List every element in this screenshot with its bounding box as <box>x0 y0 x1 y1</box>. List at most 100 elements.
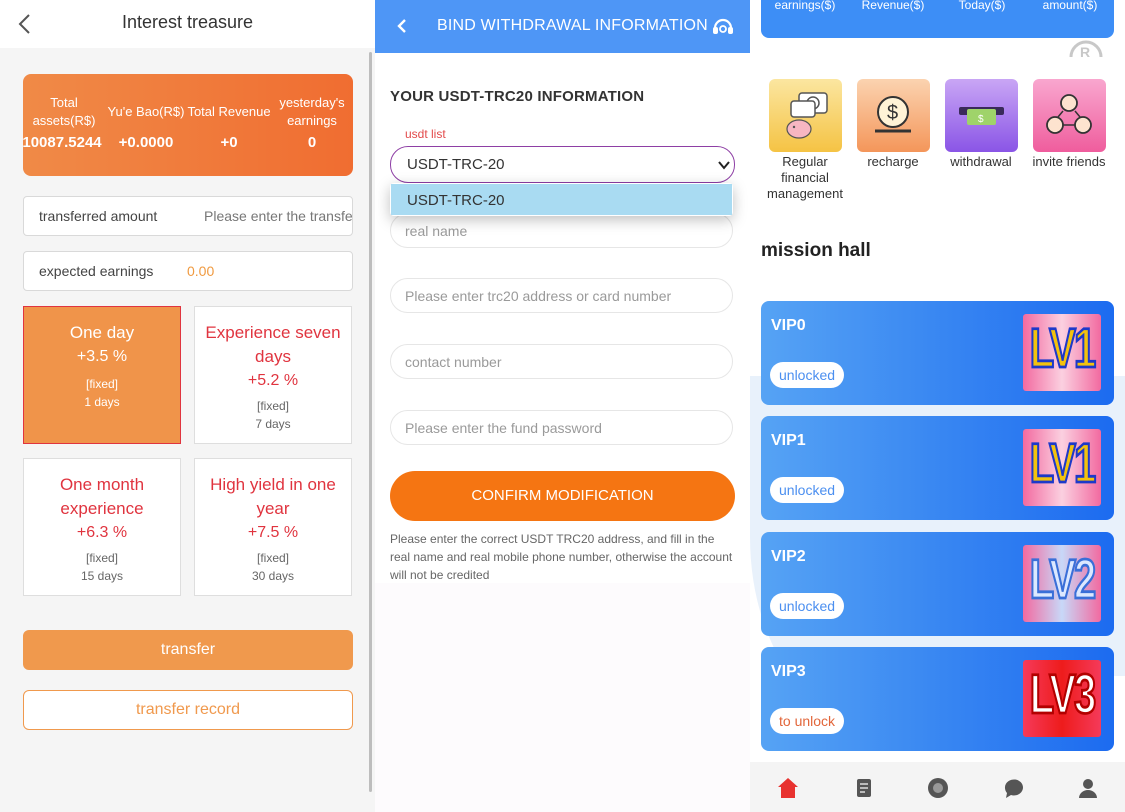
plan-rate: +3.5 % <box>76 348 128 365</box>
stat-value: +0.0000 <box>118 134 174 151</box>
stat-total-revenue: Total Revenue +0 <box>187 74 271 176</box>
transfer-amount-input[interactable] <box>204 197 352 235</box>
plan-one-month[interactable]: One month experience +6.3 % [fixed] 15 d… <box>23 458 181 596</box>
stat-label: Total assets(R$) <box>32 95 96 128</box>
transfer-record-button[interactable]: transfer record <box>23 690 353 730</box>
blank-area <box>375 583 750 812</box>
vip-status-badge[interactable]: unlocked <box>770 477 845 503</box>
vip-status-badge[interactable]: to unlock <box>770 708 845 734</box>
quick-action-withdrawal[interactable]: $ withdrawal <box>937 79 1025 170</box>
bind-withdrawal-screen: BIND WITHDRAWAL INFORMATION YOUR USDT-TR… <box>375 0 750 812</box>
plan-rate: +5.2 % <box>247 372 299 389</box>
header: Interest treasure <box>0 0 375 48</box>
scrollbar[interactable] <box>369 52 372 792</box>
field-label: expected earnings <box>39 263 154 279</box>
quick-action-financial[interactable]: $ Regular financial management <box>761 79 849 202</box>
option-label: USDT-TRC-20 <box>407 192 505 209</box>
orders-icon[interactable] <box>852 776 876 800</box>
interest-treasure-screen: Interest treasure Total assets(R$) 10087… <box>0 0 375 812</box>
profile-icon[interactable] <box>1076 776 1100 800</box>
stat-total-assets: Total assets(R$) 10087.5244 <box>22 74 105 176</box>
quick-action-label: invite friends <box>1032 154 1106 169</box>
service-icon[interactable] <box>926 776 950 800</box>
plan-name: One day <box>69 323 135 342</box>
stat-yesterday-earnings: yesterday's earnings 0 <box>273 74 351 176</box>
instruction-note: Please enter the correct USDT TRC20 addr… <box>390 532 733 582</box>
vip-card-3[interactable]: VIP3 to unlock LV3 <box>761 647 1114 751</box>
stat-value: 10087.5244 <box>22 134 102 151</box>
registered-mark-icon: R <box>1069 40 1103 59</box>
vip-card-0[interactable]: VIP0 unlocked LV1 <box>761 301 1114 405</box>
level-badge-icon: LV1 <box>1023 429 1101 506</box>
selected-network: USDT-TRC-20 <box>407 156 505 173</box>
trc20-address-input[interactable] <box>405 279 715 312</box>
home-screen: yesterday's earnings($) Total Revenue($)… <box>750 0 1125 812</box>
contact-field <box>390 344 733 379</box>
dropdown-option[interactable]: USDT-TRC-20 <box>391 184 732 215</box>
people-network-icon <box>1032 79 1106 152</box>
fund-password-field <box>390 410 733 445</box>
plan-fixed: [fixed] <box>85 377 118 391</box>
bottom-nav <box>750 762 1125 812</box>
level-badge-label: LV3 <box>1029 663 1097 727</box>
network-dropdown: USDT-TRC-20 <box>390 183 733 216</box>
contact-number-input[interactable] <box>405 345 715 378</box>
customer-service-icon[interactable] <box>711 15 735 37</box>
plan-fixed: [fixed] <box>85 551 118 565</box>
level-badge-label: LV1 <box>1029 317 1097 381</box>
summary-label: frozen amount($) <box>1042 0 1098 12</box>
quick-action-label: Regular financial management <box>767 154 843 201</box>
summary-label: yesterday's earnings($) <box>774 0 836 12</box>
quick-action-invite[interactable]: invite friends <box>1025 79 1113 170</box>
plan-one-day[interactable]: One day +3.5 % [fixed] 1 days <box>23 306 181 444</box>
plan-name: Experience seven days <box>205 323 341 366</box>
svg-text:$: $ <box>887 102 898 124</box>
usdt-network-select[interactable]: USDT-TRC-20 <box>390 146 735 183</box>
earnings-summary-card: yesterday's earnings($) Total Revenue($)… <box>761 0 1114 38</box>
plan-name: High yield in one year <box>210 475 336 518</box>
messages-icon[interactable] <box>1002 776 1026 800</box>
vip-name: VIP1 <box>771 432 806 449</box>
vip-name: VIP2 <box>771 548 806 565</box>
stats-card: Total assets(R$) 10087.5244 Yu'e Bao(R$)… <box>22 74 353 176</box>
atm-cash-icon: $ <box>944 79 1018 152</box>
plan-fixed: [fixed] <box>256 551 289 565</box>
level-badge-label: LV1 <box>1029 432 1097 496</box>
stat-value: +0 <box>220 134 238 151</box>
vip-status-badge[interactable]: unlocked <box>770 593 845 619</box>
plan-days: 1 days <box>84 395 120 409</box>
quick-action-label: withdrawal <box>950 154 1012 169</box>
home-icon[interactable] <box>776 776 800 800</box>
section-title: YOUR USDT-TRC20 INFORMATION <box>390 88 645 105</box>
plan-seven-days[interactable]: Experience seven days +5.2 % [fixed] 7 d… <box>194 306 352 444</box>
plan-rate: +7.5 % <box>247 524 299 541</box>
fund-password-input[interactable] <box>405 411 715 444</box>
plan-days: 15 days <box>80 569 124 583</box>
vip-card-1[interactable]: VIP1 unlocked LV1 <box>761 416 1114 520</box>
stat-label: Yu'e Bao(R$) <box>107 104 185 119</box>
level-badge-icon: LV2 <box>1023 545 1101 622</box>
address-field <box>390 278 733 313</box>
plan-days: 30 days <box>251 569 295 583</box>
level-badge-label: LV2 <box>1029 548 1097 612</box>
confirm-modification-button[interactable]: CONFIRM MODIFICATION <box>390 471 735 521</box>
quick-action-recharge[interactable]: $ recharge <box>849 79 937 170</box>
plan-name: One month experience <box>59 475 145 518</box>
stat-yue-bao: Yu'e Bao(R$) +0.0000 <box>105 74 187 176</box>
back-arrow-icon[interactable] <box>393 16 413 36</box>
expected-earnings-field: expected earnings 0.00 <box>23 251 353 291</box>
real-name-field <box>390 213 733 248</box>
vip-status-badge[interactable]: unlocked <box>770 362 845 388</box>
plan-one-year[interactable]: High yield in one year +7.5 % [fixed] 30… <box>194 458 352 596</box>
mission-hall-title: mission hall <box>761 240 871 261</box>
summary-label: Total Revenue($) <box>861 0 925 12</box>
level-badge-icon: LV1 <box>1023 314 1101 391</box>
expected-earnings-value: 0.00 <box>187 263 215 279</box>
money-piggy-icon: $ <box>768 79 842 152</box>
real-name-input[interactable] <box>405 214 715 247</box>
transfer-button[interactable]: transfer <box>23 630 353 670</box>
chevron-down-icon <box>718 161 730 170</box>
vip-card-2[interactable]: VIP2 unlocked LV2 <box>761 532 1114 636</box>
dollar-coin-icon: $ <box>856 79 930 152</box>
transfer-amount-field: transferred amount <box>23 196 353 236</box>
